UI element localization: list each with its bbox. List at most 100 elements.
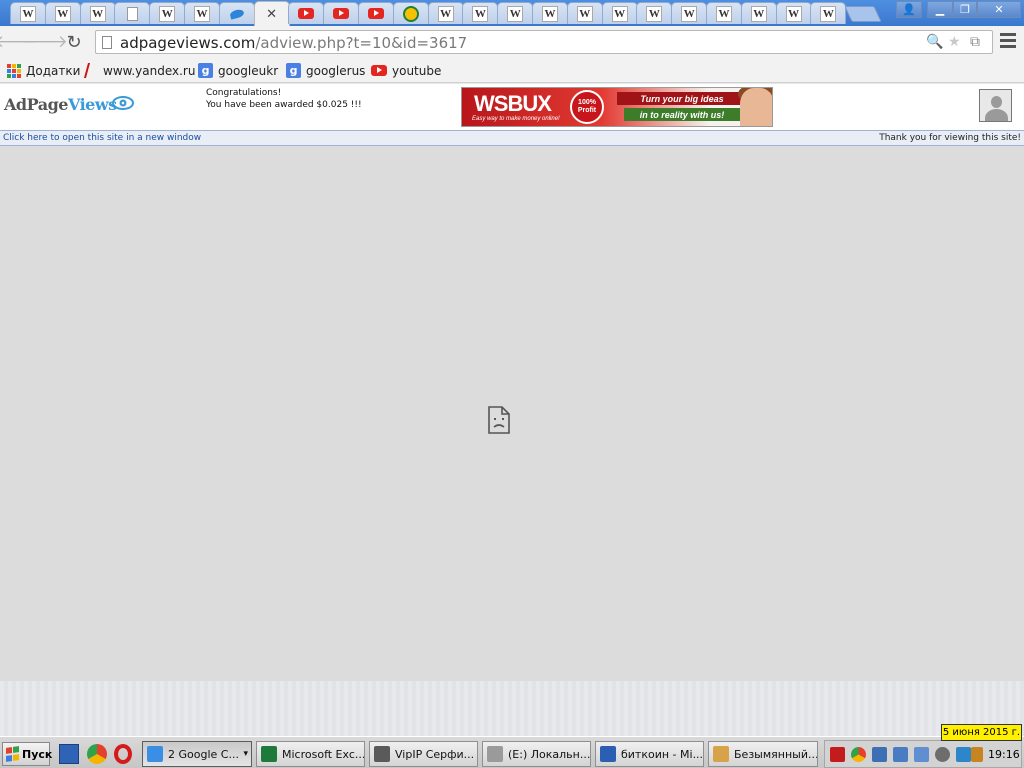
new-tab-button[interactable] — [844, 6, 882, 22]
avatar-silhouette-body — [985, 109, 1008, 121]
tab[interactable]: W — [566, 2, 603, 24]
tab[interactable]: W — [636, 2, 673, 24]
logo-text-adpage: AdPage — [4, 95, 68, 114]
banner-photo — [740, 88, 772, 126]
w-favicon-icon: W — [437, 5, 454, 22]
congrats-text: You have been awarded $0.025 !!! — [206, 100, 362, 110]
taskbar-button[interactable]: (E:) Локальн... — [482, 741, 591, 767]
bookmark-star-icon[interactable]: ★ — [948, 34, 961, 50]
tab[interactable]: W — [532, 2, 568, 24]
app-icon — [374, 746, 390, 762]
tab[interactable]: W — [427, 2, 464, 24]
taskbar-button[interactable]: Microsoft Exc... — [256, 741, 365, 767]
banner-line1: Turn your big ideas — [617, 92, 747, 105]
w-favicon-icon: W — [646, 5, 663, 22]
w-favicon-icon: W — [820, 5, 837, 22]
tab[interactable] — [358, 2, 394, 24]
wsbux-ad-banner[interactable]: WSBUX Easy way to make money online! 100… — [461, 87, 773, 127]
tab[interactable] — [114, 2, 151, 24]
url-text[interactable]: adpageviews.com/adview.php?t=10&id=3617 — [120, 34, 467, 52]
taskbar-button[interactable]: VipIP Серфи... — [369, 741, 478, 767]
w-favicon-icon: W — [750, 5, 767, 22]
tab[interactable]: W — [149, 2, 186, 24]
taskbar-button[interactable]: биткоин - Mi... — [595, 741, 704, 767]
forward-button[interactable]: 🡒 — [22, 32, 68, 52]
forward-arrow-icon: 🡒 — [22, 32, 68, 52]
reload-icon: ↻ — [66, 31, 82, 53]
adview-info-bar: Click here to open this site in a new wi… — [0, 130, 1024, 146]
network-warning-icon[interactable] — [893, 747, 908, 762]
award-message: Congratulations! You have been awarded $… — [206, 87, 362, 111]
tab[interactable]: W — [601, 2, 638, 24]
tab[interactable]: W — [10, 2, 46, 24]
bookmark-label: Додатки — [26, 63, 81, 78]
tab[interactable]: W — [44, 2, 81, 24]
tab[interactable]: W — [706, 2, 742, 24]
close-tab-icon[interactable]: ✕ — [266, 7, 277, 22]
tab-active[interactable]: ✕ — [253, 1, 290, 26]
display-icon[interactable] — [914, 747, 929, 762]
clock[interactable]: 19:16 — [988, 748, 1020, 761]
taskbar-button[interactable]: Безымянный... — [708, 741, 818, 767]
bookmark-apps[interactable]: Додатки — [7, 62, 80, 79]
chrome-icon[interactable] — [87, 744, 107, 764]
tab[interactable]: W — [671, 2, 708, 24]
app-icon — [261, 746, 277, 762]
tab[interactable]: W — [184, 2, 220, 24]
restore-icon: ❐ — [960, 3, 970, 16]
tab[interactable]: W — [740, 2, 777, 24]
w-favicon-icon: W — [785, 5, 802, 22]
tab[interactable]: W — [775, 2, 812, 24]
bookmark-label: youtube — [392, 63, 442, 78]
youtube-icon — [368, 8, 384, 19]
search-icon[interactable]: 🔍 — [926, 34, 943, 50]
tab[interactable]: W — [810, 2, 847, 24]
opera-icon[interactable] — [114, 744, 132, 764]
system-tray: 19:16 — [824, 740, 1022, 768]
chrome-menu-button[interactable] — [1000, 33, 1016, 49]
network-icon[interactable] — [872, 747, 887, 762]
tab[interactable] — [288, 2, 325, 24]
bookmark-label: www.yandex.ru — [103, 63, 196, 78]
tab[interactable] — [392, 2, 429, 24]
translate-icon[interactable]: ⧉ — [970, 34, 980, 50]
chevron-down-icon[interactable]: ▾ — [243, 749, 248, 759]
app-icon — [487, 746, 503, 762]
youtube-icon — [371, 65, 387, 76]
tab[interactable]: W — [497, 2, 534, 24]
w-favicon-icon: W — [576, 5, 593, 22]
w-favicon-icon: W — [20, 5, 36, 22]
address-bar[interactable]: adpageviews.com/adview.php?t=10&id=3617 … — [95, 30, 993, 54]
chrome-tray-icon[interactable] — [851, 747, 866, 762]
window-close-button[interactable]: ✕ — [977, 1, 1021, 18]
tab[interactable]: W — [462, 2, 499, 24]
reload-button[interactable]: ↻ — [63, 31, 85, 53]
settings-icon[interactable] — [935, 747, 950, 762]
start-button[interactable]: Пуск — [2, 742, 52, 766]
volume-icon[interactable] — [971, 747, 983, 762]
avatar[interactable] — [979, 89, 1012, 122]
bookmark-youtube[interactable]: youtube — [371, 62, 441, 79]
minimize-button[interactable]: ▁ — [927, 1, 953, 18]
tab[interactable] — [218, 2, 255, 24]
taskbar-button-label: 2 Google C... — [168, 747, 239, 761]
bookmark-yandex[interactable]: www.yandex.ru — [83, 62, 196, 79]
page-icon — [102, 36, 112, 49]
banner-subtitle: Easy way to make money online! — [472, 116, 560, 122]
w-favicon-icon: W — [611, 5, 628, 22]
tab[interactable] — [323, 2, 360, 24]
adpageviews-logo[interactable]: AdPageViews — [4, 95, 117, 114]
taskbar-button[interactable]: 2 Google C... ▾ — [142, 741, 252, 767]
restore-button[interactable]: ❐ — [953, 1, 977, 18]
eye-logo-icon — [112, 96, 134, 110]
open-in-new-window-link[interactable]: Click here to open this site in a new wi… — [3, 133, 201, 143]
update-icon[interactable] — [956, 747, 971, 762]
bookmark-googlerus[interactable]: g googlerus — [286, 62, 365, 79]
profile-button[interactable]: 👤 — [896, 1, 922, 18]
document-icon — [126, 6, 138, 21]
show-desktop-icon[interactable] — [59, 744, 79, 764]
kaspersky-icon[interactable] — [830, 747, 845, 762]
bookmark-googleukr[interactable]: g googleukr — [198, 62, 278, 79]
tab[interactable]: W — [79, 2, 116, 24]
menu-icon — [1000, 33, 1016, 36]
